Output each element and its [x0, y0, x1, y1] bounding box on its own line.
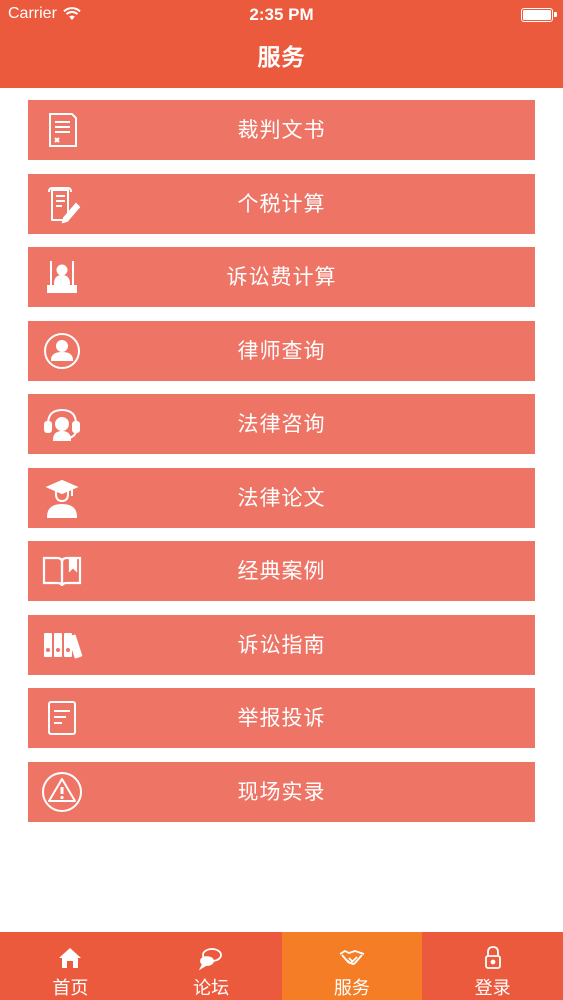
menu-item-lawyer-search[interactable]: 律师查询 — [28, 320, 535, 381]
menu-item-label: 现场实录 — [237, 779, 326, 804]
home-icon — [59, 948, 82, 968]
page-title: 服务 — [257, 45, 306, 71]
tab-label: 登录 — [474, 978, 511, 999]
handshake-icon — [339, 949, 365, 965]
tab-label: 论坛 — [193, 978, 230, 999]
menu-item-label: 法律论文 — [237, 485, 326, 510]
menu-item-tax-calculation[interactable]: 个税计算 — [28, 173, 535, 234]
menu-item-label: 举报投诉 — [237, 706, 326, 730]
menu-item-judgment-documents[interactable]: 裁判文书 — [28, 100, 535, 160]
menu-item-classic-cases[interactable]: 经典案例 — [28, 541, 535, 601]
tab-home[interactable]: 首页 — [0, 932, 141, 1000]
tab-label: 服务 — [333, 978, 370, 999]
menu-item-legal-consultation[interactable]: 法律咨询 — [28, 394, 535, 454]
menu-item-label: 诉讼指南 — [237, 632, 326, 657]
status-time: 2:35 PM — [249, 5, 314, 24]
tab-login[interactable]: 登录 — [422, 932, 563, 1000]
menu-item-label: 法律咨询 — [237, 412, 326, 436]
lock-icon — [484, 946, 501, 969]
menu-item-label: 裁判文书 — [237, 118, 326, 142]
tab-label: 首页 — [52, 978, 89, 999]
menu-item-report-complaint[interactable]: 举报投诉 — [28, 688, 535, 748]
tab-forum[interactable]: 论坛 — [141, 932, 282, 1000]
menu-item-label: 经典案例 — [237, 559, 326, 583]
menu-item-litigation-guide[interactable]: 诉讼指南 — [28, 614, 535, 675]
status-bar: Carrier 2:35 PM — [0, 0, 563, 30]
menu-item-legal-papers[interactable]: 法律论文 — [28, 467, 535, 528]
chat-bubbles-icon — [198, 948, 223, 971]
navigation-bar: Carrier 2:35 PM 服务 — [0, 0, 563, 88]
service-menu: 裁判文书 个税计算 诉讼费计算 律师查询 法律咨询 法律论文 经典案例 诉讼指南… — [28, 100, 535, 835]
battery-icon — [521, 8, 557, 22]
menu-item-label: 律师查询 — [237, 338, 326, 363]
tab-service[interactable]: 服务 — [281, 932, 423, 1000]
menu-item-label: 个税计算 — [237, 191, 326, 216]
menu-item-label: 诉讼费计算 — [226, 265, 337, 289]
tab-bar: 首页 论坛 服务 登录 — [0, 932, 563, 1000]
menu-item-live-record[interactable]: 现场实录 — [28, 761, 535, 822]
menu-item-litigation-fee-calculation[interactable]: 诉讼费计算 — [28, 247, 535, 307]
